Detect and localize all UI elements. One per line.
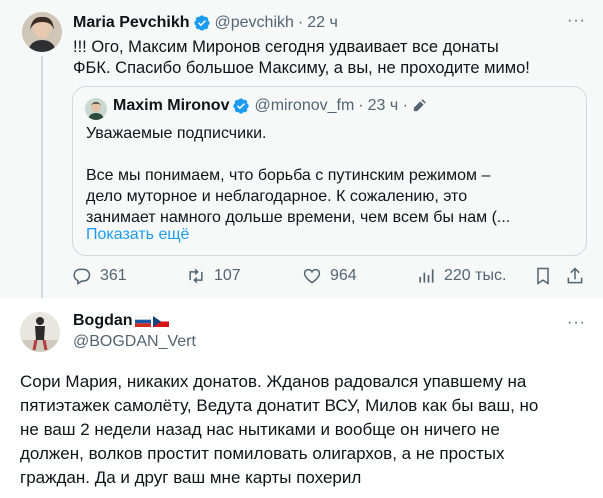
- tweet-time[interactable]: 22 ч: [307, 14, 338, 32]
- tweet-text-line: !!! Ого, Максим Миронов сегодня удваивае…: [73, 38, 499, 56]
- tweet-text-line: ФБК. Спасибо большое Максиму, а вы, не п…: [73, 59, 530, 77]
- original-tweet[interactable]: Maria Pevchikh @pevchikh · 22 ч ··· !!! …: [0, 0, 603, 304]
- like-count: 964: [330, 267, 357, 284]
- verified-icon: [193, 15, 210, 31]
- separator-dot: ·: [297, 14, 304, 31]
- views-button[interactable]: 220 тыс.: [416, 266, 506, 286]
- maria-header: Maria Pevchikh @pevchikh · 22 ч: [73, 14, 338, 32]
- repost-count: 107: [214, 267, 241, 284]
- bookmark-icon: [537, 267, 549, 285]
- quote-text-line: занимает намного дольше времени, чем все…: [86, 209, 511, 226]
- quote-text: Уважаемые подписчики. Все мы понимаем, ч…: [86, 123, 510, 228]
- tweet-text: !!! Ого, Максим Миронов сегодня удваивае…: [73, 37, 530, 79]
- quote-text-spacer: [86, 144, 510, 165]
- reply-text-line: Сори Мария, никаких донатов. Жданов радо…: [20, 372, 527, 391]
- author-handle[interactable]: @pevchikh: [215, 14, 294, 32]
- reply-count: 361: [100, 267, 127, 284]
- verified-icon: [233, 98, 250, 114]
- reply-text-line: граждан. Да и друг ваш мне карты похерил: [20, 468, 362, 487]
- like-button[interactable]: 964: [302, 266, 357, 286]
- reply-button[interactable]: 361: [72, 266, 127, 286]
- quote-author-name: Maxim Mironov: [113, 97, 230, 114]
- mironov-avatar: [85, 98, 107, 120]
- tweet-actions: 361 107 964 220 тыс.: [72, 266, 587, 290]
- quote-text-line: дело муторное и неблагодарное. К сожален…: [86, 188, 468, 205]
- author-name[interactable]: Maria Pevchikh: [73, 14, 190, 32]
- more-options-icon[interactable]: ···: [567, 314, 586, 332]
- author-name[interactable]: Bogdan: [73, 312, 133, 330]
- bogdan-handle-row: @BOGDAN_Vert: [73, 333, 196, 351]
- bogdan-header: Bogdan: [73, 312, 169, 330]
- quote-time: 23 ч ·: [367, 97, 408, 114]
- separator-dot: ·: [358, 97, 364, 114]
- author-handle[interactable]: @BOGDAN_Vert: [73, 333, 196, 351]
- views-icon: [419, 269, 434, 283]
- views-count: 220 тыс.: [444, 267, 507, 284]
- quote-text-line: Все мы понимаем, что борьба с путинским …: [86, 167, 491, 184]
- flag-russia-icon: [134, 315, 151, 327]
- quote-header: Maxim Mironov @mironov_fm · 23 ч ·: [113, 97, 426, 115]
- show-more-link[interactable]: Показать ещё: [86, 226, 189, 244]
- reply-text: Сори Мария, никаких донатов. Жданов радо…: [20, 370, 590, 490]
- pencil-icon: [413, 99, 426, 112]
- reply-text-line: должен, волков простит помиловать олигар…: [20, 444, 505, 463]
- quote-author-handle: @mironov_fm: [254, 97, 355, 114]
- repost-button[interactable]: 107: [186, 266, 241, 286]
- more-options-icon[interactable]: ···: [567, 12, 586, 30]
- maria-avatar[interactable]: [22, 12, 62, 52]
- bookmark-button[interactable]: [533, 266, 561, 286]
- repost-icon: [189, 268, 203, 284]
- like-icon: [303, 268, 321, 284]
- thread-line: [41, 56, 43, 304]
- share-button[interactable]: [565, 266, 593, 286]
- quote-text-line: Уважаемые подписчики.: [86, 125, 267, 142]
- reply-text-line: не ваш 2 недели назад нас нытиками и воо…: [20, 420, 500, 439]
- flag-czech-icon: [152, 315, 169, 327]
- bogdan-avatar[interactable]: [20, 312, 60, 352]
- share-icon: [567, 267, 583, 284]
- quoted-tweet-card[interactable]: Maxim Mironov @mironov_fm · 23 ч · Уважа…: [72, 86, 587, 256]
- reply-icon: [73, 268, 91, 285]
- reply-text-line: пятиэтажек самолёту, Ведута донатит ВСУ,…: [20, 396, 539, 415]
